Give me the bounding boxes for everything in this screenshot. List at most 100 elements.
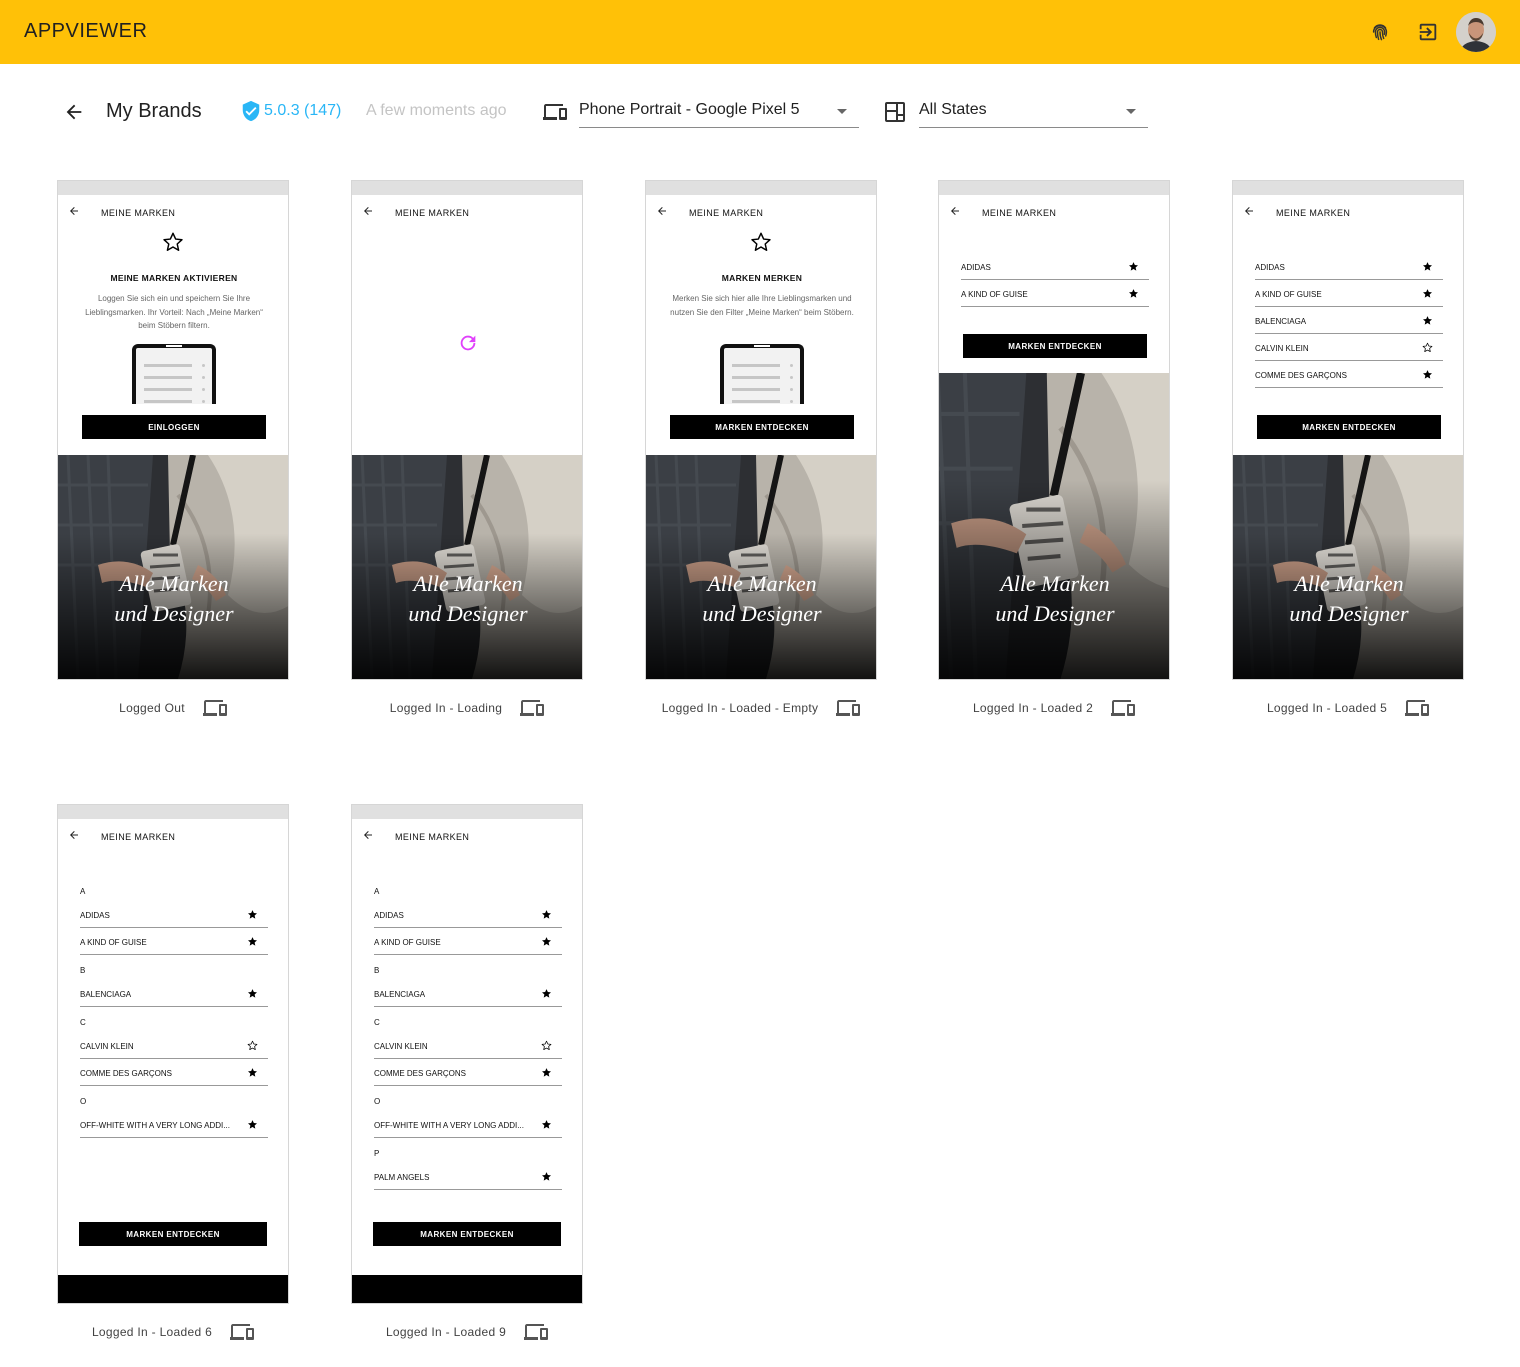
phone-preview[interactable]: MEINE MARKEN A ADIDAS A KIND OF GUISE B … [57,804,289,1304]
activate-text: Loggen Sie sich ein und speichern Sie Ih… [85,294,263,330]
brand-row: ADIDAS [374,901,562,928]
login-button: EINLOGGEN [82,415,266,439]
phone-preview[interactable]: MEINE MARKEN A ADIDAS A KIND OF GUISE B … [351,804,583,1304]
phone-preview[interactable]: MEINE MARKEN MARKEN MERKEN Merken Sie si… [645,180,877,680]
hero-image [1233,455,1464,679]
back-arrow-icon [68,205,80,217]
brand-row: ADIDAS [80,901,268,928]
brand-row: A KIND OF GUISE [374,928,562,955]
state-label: Logged In - Loaded 9 [385,1325,507,1339]
phone-title: MEINE MARKEN [395,208,470,218]
back-arrow-icon [656,205,668,217]
phone-preview[interactable]: MEINE MARKEN ADIDAS A KIND OF GUISE BALE… [1232,180,1464,680]
logout-icon[interactable] [1412,16,1444,48]
devices-icon[interactable] [1111,696,1135,720]
star-filled-icon [541,1067,552,1078]
back-arrow-icon [1243,205,1255,217]
phone-title: MEINE MARKEN [1276,208,1351,218]
star-filled-icon [247,988,258,999]
star-filled-icon [541,936,552,947]
fingerprint-icon[interactable] [1364,16,1396,48]
brand-row: CALVIN KLEIN [1255,334,1443,361]
hero-banner: Alle Marken und Designer [939,373,1170,679]
brand-row: CALVIN KLEIN [80,1032,268,1059]
devices-icon[interactable] [524,1320,548,1344]
back-arrow-icon[interactable] [60,98,88,126]
star-filled-icon [1422,369,1433,380]
phone-illustration [720,344,804,404]
hero-banner: Alle Marken und Designer [1233,455,1464,679]
state-label: Logged Out [119,701,185,715]
device-select[interactable]: Phone Portrait - Google Pixel 5 [579,94,859,128]
brand-row: OFF-WHITE WITH A VERY LONG ADDI... [80,1111,268,1138]
toolbar: My Brands 5.0.3 (147) A few moments ago … [0,64,1520,154]
devices-icon [543,100,567,124]
user-avatar[interactable] [1456,12,1496,52]
star-filled-icon [541,988,552,999]
section-letter: A [80,887,86,896]
brand-row: BALENCIAGA [80,980,268,1007]
phone-preview[interactable]: MEINE MARKEN ADIDAS A KIND OF GUISE MARK… [938,180,1170,680]
star-filled-icon [1128,288,1139,299]
brand-row: A KIND OF GUISE [961,280,1149,307]
devices-icon[interactable] [203,696,227,720]
status-bar [646,181,876,195]
status-bar [352,181,582,195]
devices-icon[interactable] [1405,696,1429,720]
section-letter: O [80,1097,87,1106]
discover-button: MARKEN ENTDECKEN [373,1222,561,1246]
state-label: Logged In - Loaded 2 [972,701,1094,715]
devices-icon[interactable] [230,1320,254,1344]
section-letter: C [80,1018,86,1027]
discover-button: MARKEN ENTDECKEN [963,334,1147,358]
state-select-value: All States [919,101,987,118]
phone-header: MEINE MARKEN [58,195,288,229]
hero-image [939,373,1170,679]
state-label: Logged In - Loaded - Empty [661,701,819,715]
status-bar [58,805,288,819]
phone-header: MEINE MARKEN [352,195,582,229]
last-updated: A few moments ago [366,102,507,119]
status-bar [1233,181,1463,195]
star-filled-icon [1128,261,1139,272]
hero-text: Alle Marken und Designer [114,571,234,626]
brand-row: PALM ANGELS [374,1163,562,1190]
state-select[interactable]: All States [919,94,1148,128]
state-caption: Logged In - Loaded 6 [57,1320,289,1344]
star-filled-icon [247,936,258,947]
empty-heading: MARKEN MERKEN [721,273,803,283]
section-letter: P [374,1149,380,1158]
hero-text: Alle Marken und Designer [702,571,822,626]
phone-header: MEINE MARKEN [646,195,876,229]
devices-icon[interactable] [836,696,860,720]
star-outline-icon [541,1040,552,1051]
chevron-down-icon [1126,109,1136,114]
phone-preview[interactable]: MEINE MARKEN MEINE MARKEN AKTIVIEREN Log… [57,180,289,680]
star-outline-icon [1422,342,1433,353]
hero-image [58,455,289,679]
hero-text: Alle Marken und Designer [995,571,1115,626]
version-text: 5.0.3 (147) [264,102,342,119]
section-letter: A [374,887,380,896]
app-bar: APPVIEWER [0,0,1520,64]
star-filled-icon [541,1171,552,1182]
state-caption: Logged In - Loaded 9 [351,1320,583,1344]
discover-button: MARKEN ENTDECKEN [79,1222,267,1246]
back-arrow-icon [362,205,374,217]
brand-row: BALENCIAGA [1255,307,1443,334]
phone-preview[interactable]: MEINE MARKEN Alle Marken und Designer [351,180,583,680]
bottom-bar [58,1275,288,1303]
brand-row: COMME DES GARÇONS [1255,361,1443,388]
brand-row: COMME DES GARÇONS [80,1059,268,1086]
phone-title: MEINE MARKEN [982,208,1057,218]
devices-icon[interactable] [520,696,544,720]
status-bar [939,181,1169,195]
hero-text: Alle Marken und Designer [1289,571,1409,626]
discover-button: MARKEN ENTDECKEN [670,415,854,439]
version-badge[interactable]: 5.0.3 (147) [240,100,341,122]
status-bar [352,805,582,819]
brand-row: ADIDAS [1255,253,1443,280]
phone-header: MEINE MARKEN [352,819,582,853]
star-filled-icon [247,1119,258,1130]
state-caption: Logged In - Loading [351,696,583,720]
